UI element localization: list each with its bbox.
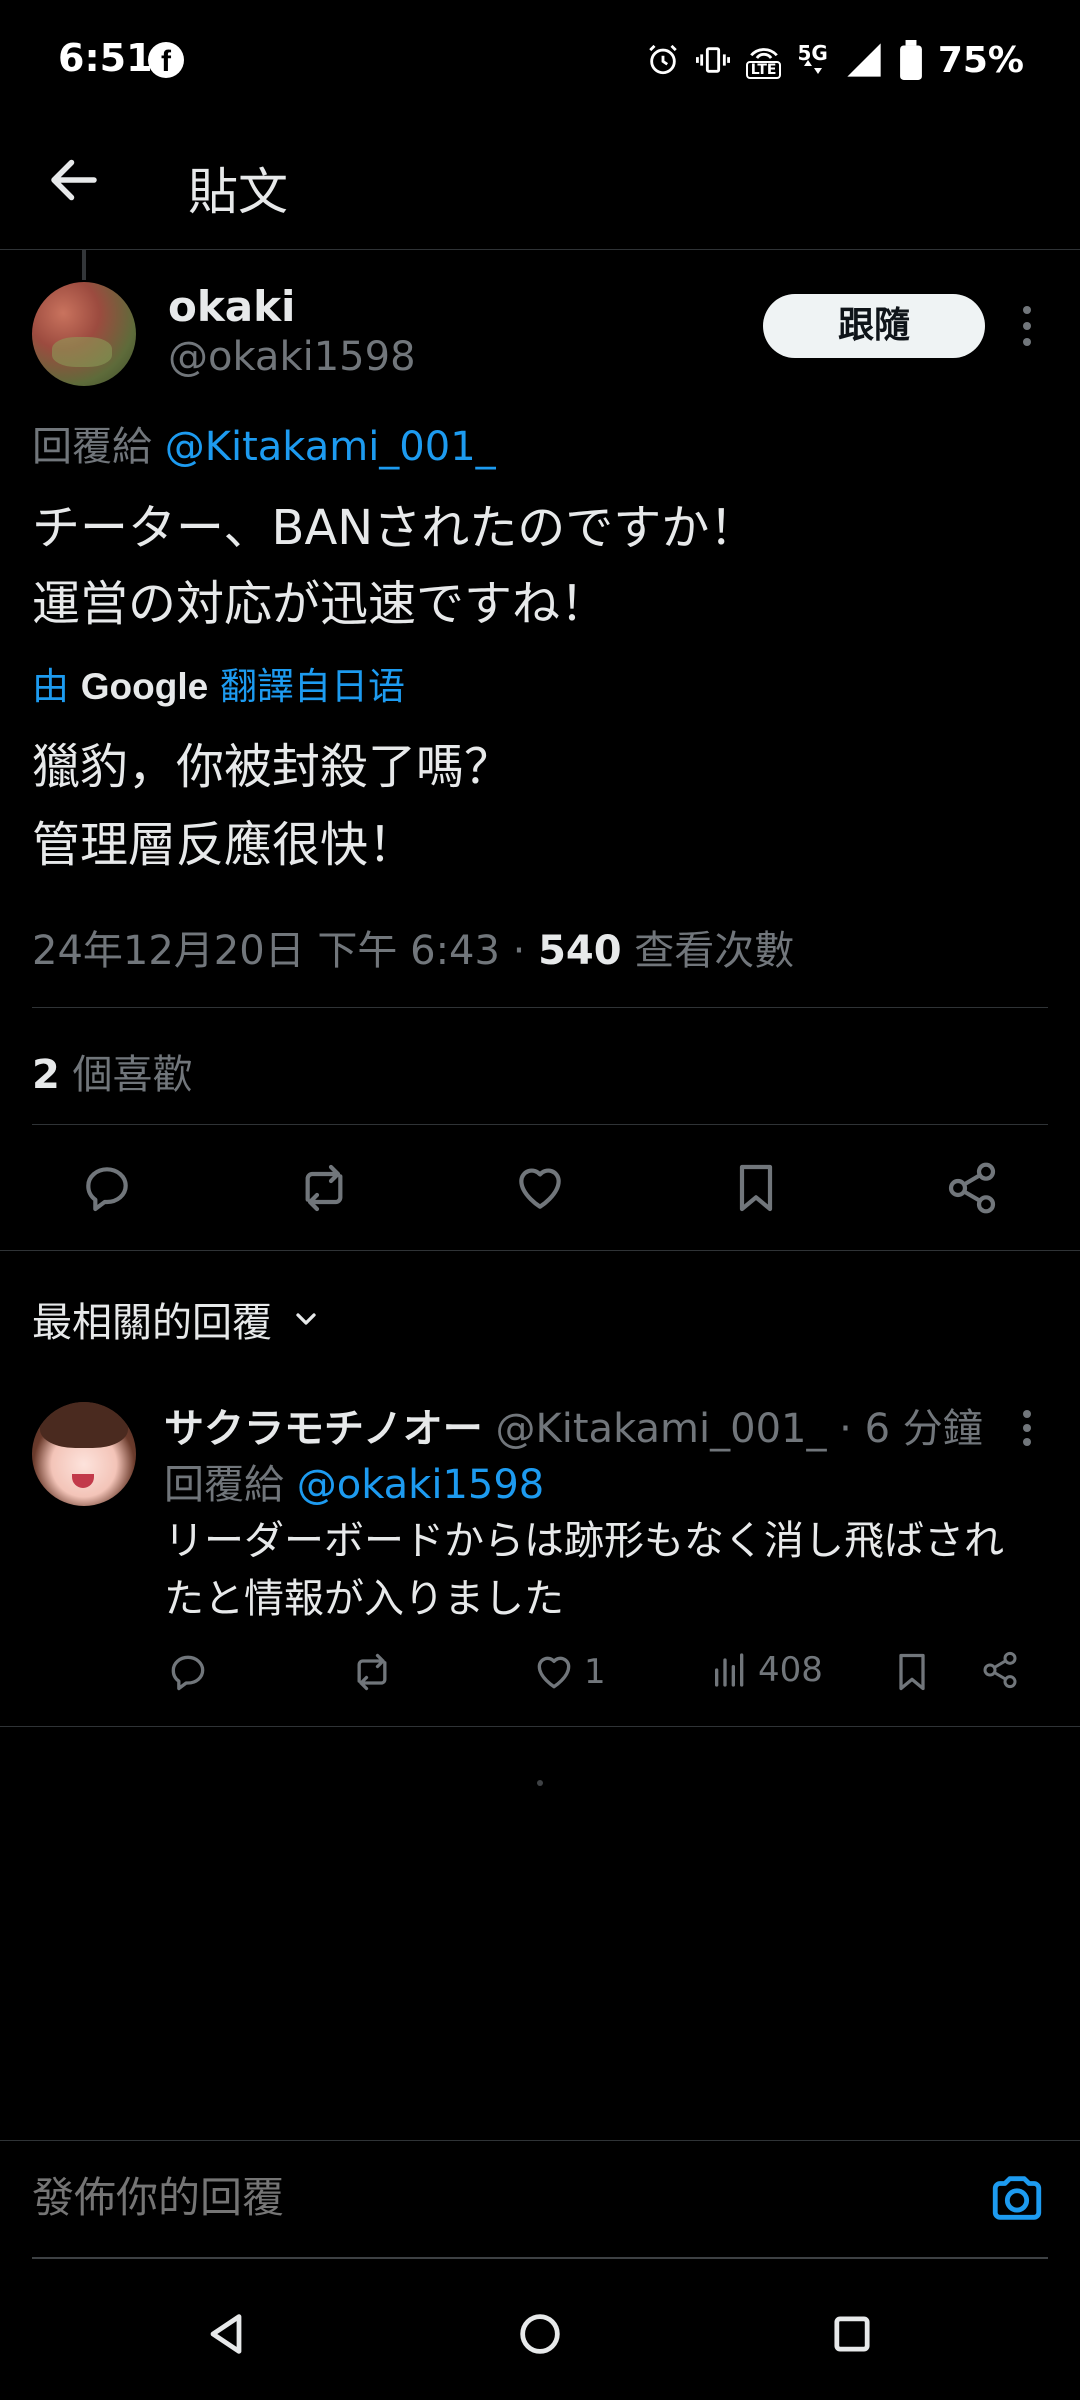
more-vertical-icon [1023, 1410, 1031, 1446]
translated-text: 獵豹，你被封殺了嗎？ 管理層反應很快！ [32, 728, 1032, 884]
reply-input[interactable] [32, 2173, 932, 2222]
battery-icon [899, 40, 922, 80]
back-button[interactable] [44, 150, 104, 210]
likes-count: 2 [32, 1052, 60, 1098]
bookmark-icon[interactable] [728, 1160, 784, 1216]
network-label: 5G [797, 41, 828, 65]
heart-icon[interactable] [512, 1160, 568, 1216]
more-options-button[interactable] [1010, 296, 1044, 356]
post-meta: 24年12月20日 下午 6:43 · 540 查看次數 [32, 918, 794, 976]
reply-to-mention[interactable]: @okaki1598 [297, 1462, 545, 1508]
compose-underline [32, 2257, 1048, 2259]
reply-icon[interactable] [79, 1160, 135, 1216]
repost-icon [357, 1653, 387, 1691]
post-timestamp: 24年12月20日 下午 6:43 · [32, 928, 539, 974]
reply-to-prefix: 回覆給 [164, 1462, 297, 1508]
arrow-left-icon [51, 159, 97, 201]
bar-chart-icon [715, 1653, 744, 1687]
reply-text-line: たと情報が入りました [164, 1576, 564, 1622]
post-text: チーター、BANされたのですか！ 運営の対応が迅速ですね！ [32, 490, 1032, 642]
signal-icon [847, 43, 881, 77]
volte-icon: LTE [745, 41, 782, 79]
vibrate-icon [695, 47, 730, 73]
likes-summary[interactable]: 2 個喜歡 [32, 1042, 193, 1100]
heart-icon [537, 1656, 571, 1689]
repost-icon[interactable] [296, 1160, 352, 1216]
thread-connector-line [82, 250, 86, 280]
reply-author-handle: @Kitakami_001_ · 6 分鐘 [482, 1406, 983, 1452]
post-action-bar [0, 1124, 1080, 1250]
status-bar: 6:51 f LTE 5G 75% [0, 0, 1080, 120]
alarm-icon [649, 44, 677, 75]
reply-action-bar: 1 408 [0, 1644, 1080, 1704]
app-bar: 貼文 [0, 120, 1080, 250]
share-icon[interactable] [944, 1160, 1000, 1216]
nav-recents-icon[interactable] [826, 2308, 878, 2360]
reply-author-name: サクラモチノオー [164, 1406, 483, 1452]
reply-icon [171, 1655, 205, 1691]
reply-header[interactable]: サクラモチノオー @Kitakami_001_ · 6 分鐘 [164, 1396, 983, 1454]
reply-view-count: 408 [758, 1650, 823, 1690]
reply-share-button[interactable] [980, 1650, 1020, 1690]
divider [0, 1250, 1080, 1251]
status-icons: LTE 5G 75% [646, 38, 1024, 82]
network-indicator: 5G [797, 41, 828, 74]
reply-sort-dropdown[interactable]: 最相關的回覆 [32, 1290, 322, 1348]
sort-label: 最相關的回覆 [32, 1300, 272, 1346]
reply-text-line: リーダーボードからは跡形もなく消し飛ばされ [164, 1518, 1004, 1564]
nav-back-icon[interactable] [200, 2308, 252, 2360]
author-handle[interactable]: @okaki1598 [168, 334, 416, 380]
divider [0, 1726, 1080, 1727]
reply-to-line: 回覆給 @Kitakami_001_ [32, 414, 496, 472]
author-name[interactable]: okaki [168, 282, 295, 331]
share-icon [983, 1651, 1017, 1689]
lte-label: LTE [745, 61, 782, 79]
views-count: 540 [538, 928, 622, 974]
translate-prefix: 由 [32, 665, 81, 708]
reply-like-button[interactable]: 1 [532, 1650, 606, 1694]
status-time: 6:51 [58, 36, 153, 80]
reply-bookmark-button[interactable] [890, 1650, 934, 1694]
reply-reply-button[interactable] [166, 1650, 210, 1694]
translate-suffix: 翻譯自日语 [208, 665, 405, 708]
more-vertical-icon [1023, 306, 1031, 346]
bookmark-icon [899, 1653, 925, 1691]
page-title: 貼文 [188, 163, 288, 221]
reply-like-count: 1 [584, 1652, 606, 1692]
views-label: 查看次數 [621, 928, 795, 974]
translated-text-line: 獵豹，你被封殺了嗎？ [32, 739, 513, 795]
translated-text-line: 管理層反應很快！ [32, 817, 417, 873]
likes-label: 個喜歡 [59, 1052, 193, 1098]
google-logo: Google [80, 666, 209, 707]
divider [32, 1007, 1048, 1008]
compose-bar [0, 2140, 1080, 2259]
reply-to-mention[interactable]: @Kitakami_001_ [165, 424, 496, 470]
nav-home-icon[interactable] [514, 2308, 566, 2360]
reply-to-prefix: 回覆給 [32, 424, 165, 470]
reply-more-options-button[interactable] [1010, 1404, 1044, 1454]
loading-dot [537, 1780, 543, 1786]
translate-attribution[interactable]: 由 Google 翻譯自日语 [32, 656, 405, 710]
camera-button[interactable] [988, 2169, 1046, 2227]
reply-to-line: 回覆給 @okaki1598 [164, 1452, 544, 1510]
reply-text: リーダーボードからは跡形もなく消し飛ばされ たと情報が入りました [164, 1512, 1054, 1628]
author-avatar[interactable] [32, 282, 136, 386]
camera-icon [992, 2176, 1042, 2220]
battery-percent: 75% [937, 39, 1024, 81]
reply-views-button[interactable]: 408 [710, 1650, 823, 1690]
reply-repost-button[interactable] [350, 1650, 394, 1694]
post-text-line: 運営の対応が迅速ですね！ [32, 576, 609, 632]
post-text-line: チーター、BANされたのですか！ [32, 500, 758, 556]
follow-button[interactable]: 跟隨 [763, 294, 985, 358]
system-nav-bar [0, 2270, 1080, 2400]
facebook-icon: f [148, 42, 184, 78]
reply-author-avatar[interactable] [32, 1402, 136, 1506]
chevron-down-icon [296, 1313, 316, 1325]
